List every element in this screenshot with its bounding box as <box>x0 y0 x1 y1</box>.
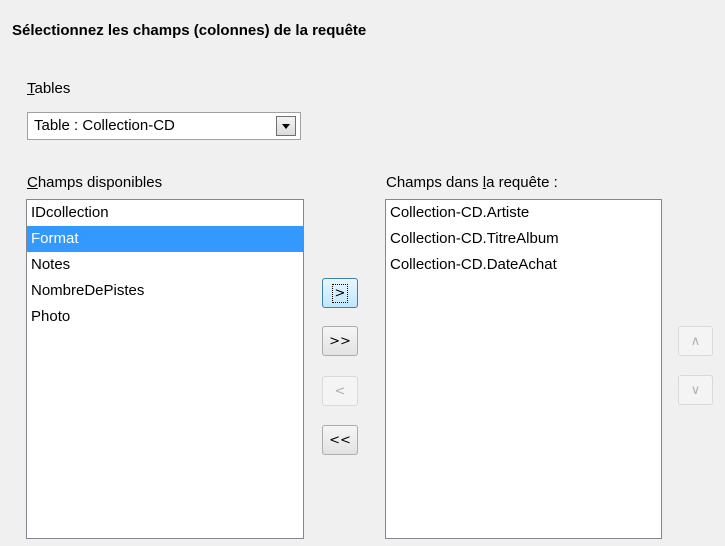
list-item[interactable]: Notes <box>27 252 303 278</box>
add-all-fields-button[interactable]: >> <box>322 326 358 356</box>
list-item[interactable]: Photo <box>27 304 303 330</box>
remove-all-fields-button[interactable]: << <box>322 425 358 455</box>
list-item[interactable]: Collection-CD.TitreAlbum <box>386 226 661 252</box>
page-title: Sélectionnez les champs (colonnes) de la… <box>12 22 367 39</box>
list-item[interactable]: IDcollection <box>27 200 303 226</box>
remove-field-button[interactable]: < <box>322 376 358 406</box>
available-fields-list[interactable]: IDcollection Format Notes NombreDePistes… <box>26 199 304 539</box>
query-fields-list[interactable]: Collection-CD.Artiste Collection-CD.Titr… <box>385 199 662 539</box>
tables-label: Tables <box>27 80 71 97</box>
move-down-button[interactable]: ∨ <box>678 375 713 405</box>
tables-dropdown-value: Table : Collection-CD <box>34 117 175 134</box>
list-item[interactable]: Format <box>27 226 303 252</box>
list-item[interactable]: Collection-CD.DateAchat <box>386 252 661 278</box>
list-item[interactable]: NombreDePistes <box>27 278 303 304</box>
list-item[interactable]: Collection-CD.Artiste <box>386 200 661 226</box>
chevron-down-icon[interactable] <box>276 116 296 136</box>
add-field-button[interactable]: > <box>322 278 358 308</box>
tables-dropdown[interactable]: Table : Collection-CD <box>27 112 301 140</box>
available-fields-label: Champs disponibles <box>27 174 163 191</box>
query-fields-label: Champs dans la requête : <box>386 174 558 191</box>
move-up-button[interactable]: ∧ <box>678 326 713 356</box>
